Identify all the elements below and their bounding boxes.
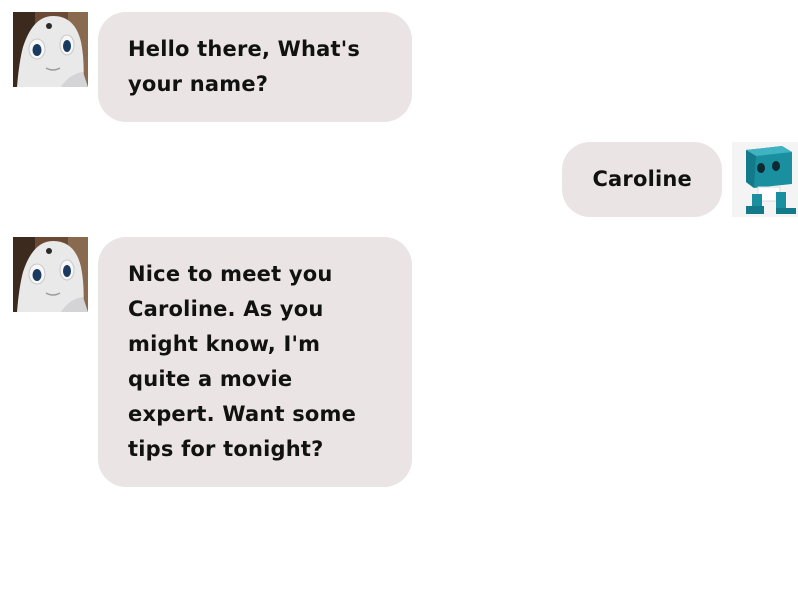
user-avatar [732,142,798,217]
chat-conversation: Hello there, What's your name? Caroline [0,0,798,590]
humanoid-robot-face-icon [13,12,88,87]
bot-message-bubble: Hello there, What's your name? [98,12,412,122]
bot-avatar [13,237,88,312]
cube-robot-icon [732,142,798,217]
humanoid-robot-face-icon [13,237,88,312]
bot-message-bubble: Nice to meet you Caroline. As you might … [98,237,412,487]
bot-avatar [13,12,88,87]
user-message-bubble: Caroline [562,142,722,217]
